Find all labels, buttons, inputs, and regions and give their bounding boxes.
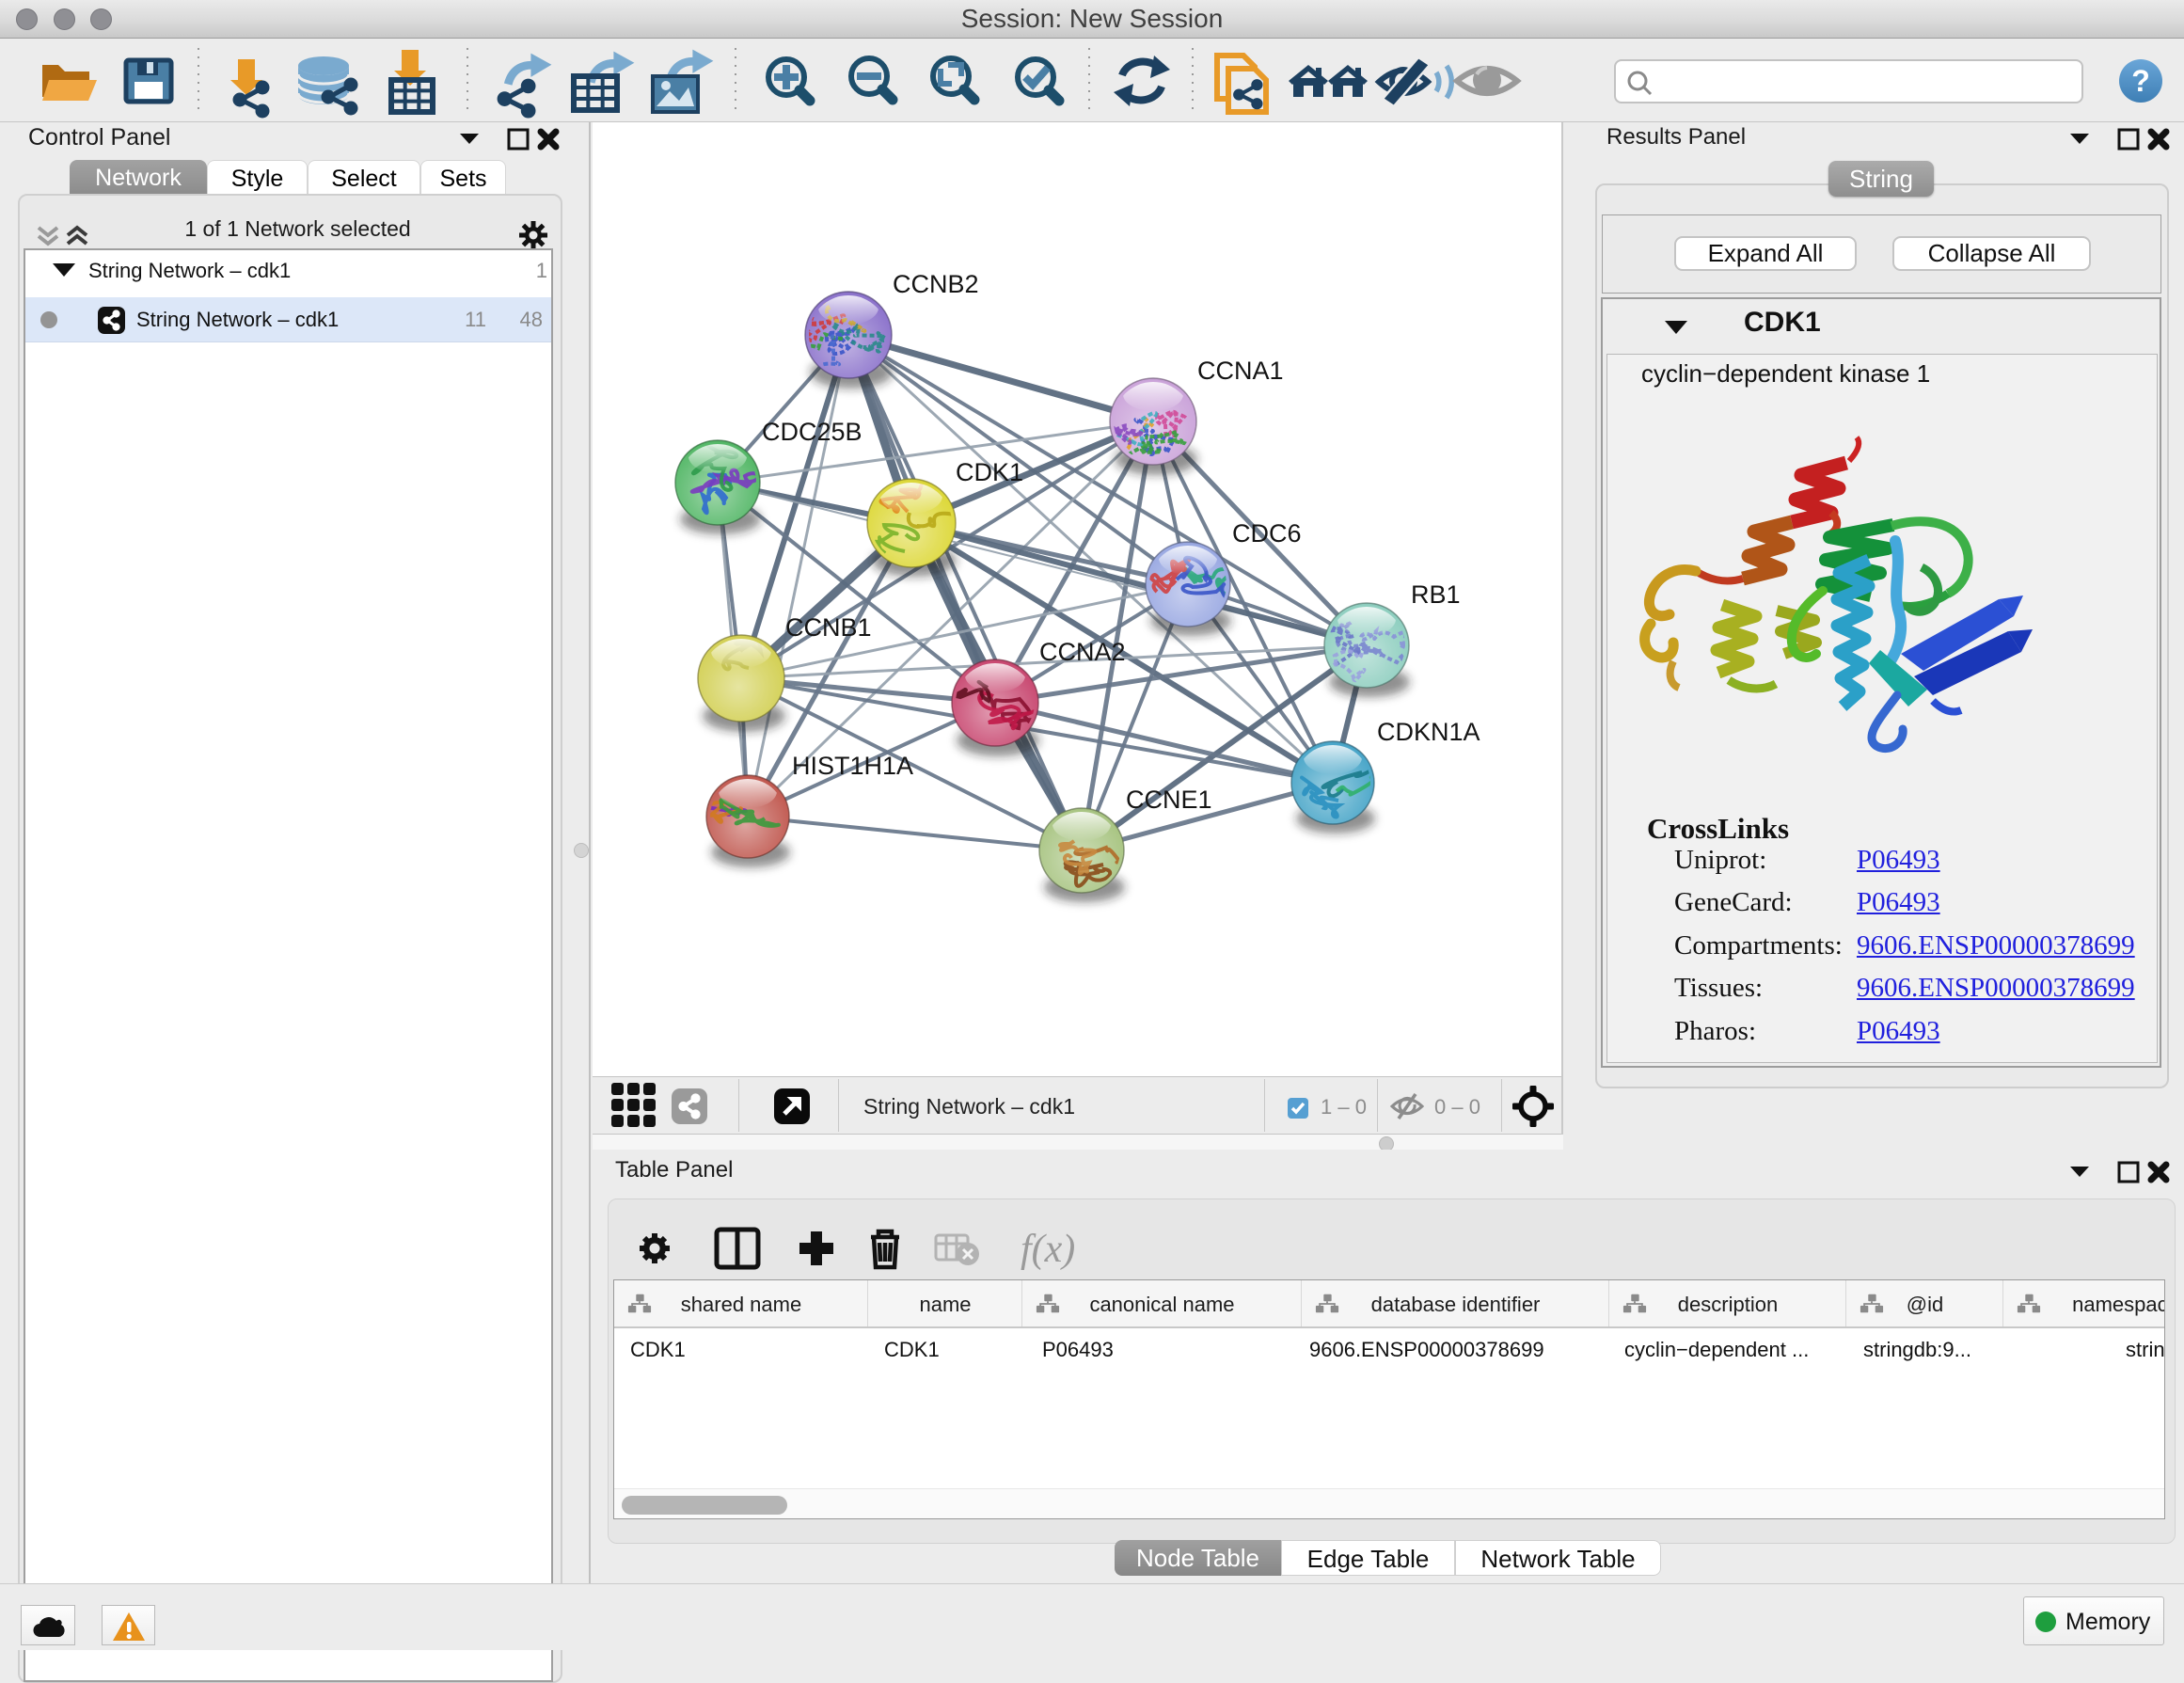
svg-text:CDK1: CDK1: [956, 458, 1023, 486]
svg-text:CCNB1: CCNB1: [785, 613, 872, 642]
svg-text:f(x): f(x): [1021, 1228, 1075, 1271]
svg-text:CCNE1: CCNE1: [1126, 786, 1212, 814]
svg-text:RB1: RB1: [1411, 580, 1461, 609]
svg-text:CCNB2: CCNB2: [893, 270, 979, 298]
svg-text:CCNA2: CCNA2: [1039, 638, 1126, 666]
svg-text:CDC6: CDC6: [1232, 519, 1302, 548]
svg-text:HIST1H1A: HIST1H1A: [792, 752, 913, 780]
svg-text:CDKN1A: CDKN1A: [1377, 718, 1480, 746]
svg-text:CCNA1: CCNA1: [1197, 357, 1284, 385]
svg-text:CDC25B: CDC25B: [762, 418, 863, 446]
